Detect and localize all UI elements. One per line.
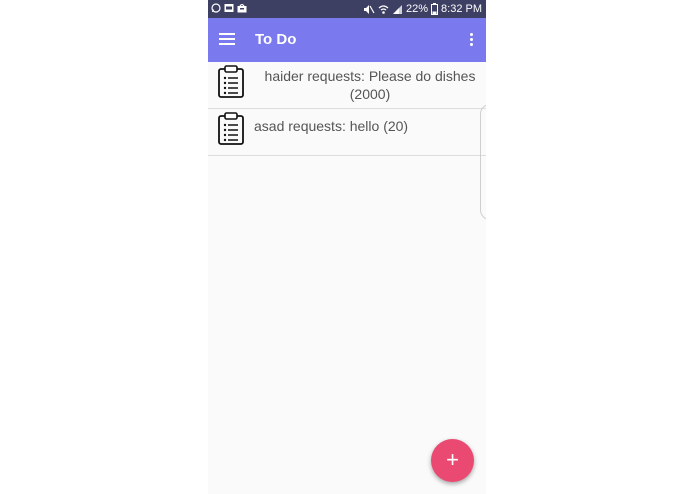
todo-list: haider requests: Please do dishes (2000)… <box>208 62 486 156</box>
phone-screen: 22% 8:32 PM To Do haider requests: Pleas… <box>208 0 486 494</box>
message-icon <box>224 4 234 12</box>
clipboard-icon <box>218 65 244 98</box>
signal-icon <box>393 4 402 14</box>
battery-percent: 22% <box>406 3 429 15</box>
page-title: To Do <box>255 31 297 48</box>
list-item-text: asad requests: hello (20) <box>254 117 486 135</box>
list-item-line1: haider requests: Please do dishes <box>264 68 476 84</box>
bag-icon <box>237 3 247 13</box>
hamburger-icon[interactable] <box>219 33 235 47</box>
list-item-text: haider requests: Please do dishes (2000) <box>254 67 486 103</box>
list-item-line1: asad requests: hello (20) <box>254 118 409 134</box>
app-bar: To Do <box>208 18 486 62</box>
status-bar: 22% 8:32 PM <box>208 0 486 18</box>
wifi-icon <box>378 4 389 14</box>
clipboard-icon <box>218 112 244 145</box>
overflow-menu-icon[interactable] <box>470 33 474 47</box>
battery-icon <box>431 3 439 15</box>
edge-panel-handle[interactable] <box>480 104 486 220</box>
add-todo-button[interactable]: + <box>431 439 474 482</box>
status-time: 8:32 PM <box>441 3 482 15</box>
whatsapp-icon <box>211 3 221 13</box>
notification-icons <box>211 3 247 13</box>
list-item[interactable]: asad requests: hello (20) <box>208 109 486 156</box>
mute-icon <box>364 4 375 14</box>
list-item[interactable]: haider requests: Please do dishes (2000) <box>208 62 486 109</box>
list-item-line2: (2000) <box>349 86 391 102</box>
system-indicators: 22% 8:32 PM <box>363 2 482 16</box>
